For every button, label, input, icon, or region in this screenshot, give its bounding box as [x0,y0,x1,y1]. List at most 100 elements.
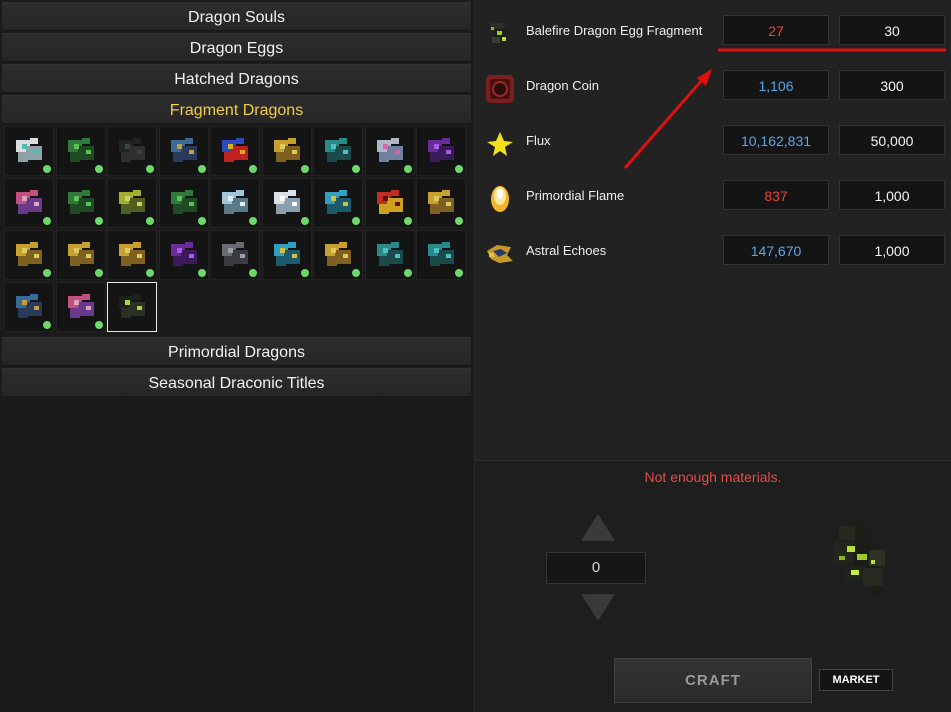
fragment-dragon-slot[interactable] [313,230,363,280]
fragment-dragon-slot[interactable] [210,126,260,176]
material-name: Flux [526,133,551,148]
fragment-dragon-slot[interactable] [261,230,312,280]
material-have-count: 27 [723,15,829,45]
dragon-pink-icon [16,190,42,214]
quantity-decrease-button[interactable] [581,594,615,621]
fragment-dragon-slot[interactable] [261,126,312,176]
category-dragon-eggs[interactable]: Dragon Eggs [2,33,471,62]
owned-indicator [403,269,412,277]
owned-indicator [197,217,206,225]
dragon-steel-icon [222,242,248,266]
fragment-dragon-slot[interactable] [4,178,54,228]
fragment-dragon-slot[interactable] [416,230,466,280]
dragon-blue-icon [170,138,197,162]
owned-indicator [300,165,309,173]
material-need-count: 1,000 [839,180,945,210]
warning-message: Not enough materials. [644,469,782,485]
owned-indicator [94,217,103,225]
owned-indicator [249,217,257,225]
fragment-dragon-slot[interactable] [55,178,106,228]
dragon-frost-icon [273,190,300,214]
material-row: Balefire Dragon Egg Fragment 27 30 [475,15,951,55]
fragment-dragon-slot[interactable] [416,178,466,228]
owned-indicator [403,165,412,173]
fragment-dragon-slot[interactable] [4,126,54,176]
crafting-panel: Balefire Dragon Egg Fragment 27 30 Drago… [475,0,951,712]
owned-indicator [146,217,154,225]
fragment-dragon-slot[interactable] [416,126,466,176]
material-name: Primordial Flame [526,188,625,203]
fragment-dragon-slot[interactable] [158,126,209,176]
material-row: Astral Echoes 147,670 1,000 [475,235,951,275]
balefire-fragment-icon [490,23,508,43]
category-panel: Dragon Souls Dragon Eggs Hatched Dragons… [0,0,475,712]
owned-indicator [43,217,51,225]
dragon-dark-icon [119,138,145,162]
quantity-field[interactable]: 0 [546,552,646,584]
owned-indicator [249,165,257,173]
owned-indicator [43,321,51,329]
owned-indicator [197,269,206,277]
fragment-dragon-slot[interactable] [107,230,157,280]
dragon-gold-icon [119,242,145,266]
owned-indicator [403,217,412,225]
fragment-dragon-slot[interactable] [364,230,415,280]
dragon-coin-icon [486,75,514,103]
category-seasonal-draconic-titles[interactable]: Seasonal Draconic Titles [2,368,471,397]
dragon-multicolor-icon [222,138,248,162]
dragon-teal-icon [376,242,403,266]
dragon-teal-icon [428,242,454,266]
fragment-dragon-slot[interactable] [55,230,106,280]
craft-button[interactable]: CRAFT [614,658,812,703]
owned-indicator [300,269,309,277]
material-name: Dragon Coin [526,78,599,93]
owned-indicator [352,269,360,277]
dragon-gold-icon [67,242,94,266]
dragon-fire-icon [376,190,403,214]
category-dragon-souls[interactable]: Dragon Souls [2,2,471,31]
fragment-dragon-slot[interactable] [107,178,157,228]
fragment-dragon-slot[interactable] [210,230,260,280]
fragment-dragon-slot[interactable] [210,178,260,228]
owned-indicator [94,321,103,329]
dragon-green-icon [67,190,94,214]
fragment-dragon-slot[interactable] [313,126,363,176]
dragon-gold-icon [16,242,42,266]
owned-indicator [352,217,360,225]
owned-indicator [146,269,154,277]
fragment-dragon-slot[interactable] [313,178,363,228]
dragon-purple-icon [428,138,454,162]
owned-indicator [43,269,51,277]
dragon-yellowgreen-icon [119,190,145,214]
fragment-dragon-slot[interactable] [107,126,157,176]
fragment-dragon-slot[interactable] [55,282,106,332]
material-need-count: 30 [839,15,945,45]
fragment-dragon-slot[interactable] [364,126,415,176]
category-primordial-dragons[interactable]: Primordial Dragons [2,337,471,366]
fragment-dragon-slot[interactable] [158,178,209,228]
fragment-dragon-slot[interactable] [107,282,157,332]
owned-indicator [43,165,51,173]
category-hatched-dragons[interactable]: Hatched Dragons [2,64,471,93]
fragment-dragon-slot[interactable] [364,178,415,228]
material-have-count: 10,162,831 [723,125,829,155]
material-row: Flux 10,162,831 50,000 [475,125,951,165]
material-name: Balefire Dragon Egg Fragment [526,23,703,38]
owned-indicator [300,217,309,225]
fragment-dragon-slot[interactable] [4,230,54,280]
dragon-green-icon [67,138,94,162]
market-button[interactable]: MARKET [819,669,893,691]
fragment-dragon-slot[interactable] [4,282,54,332]
material-name: Astral Echoes [526,243,607,258]
materials-list: Balefire Dragon Egg Fragment 27 30 Drago… [475,0,951,461]
dragon-gold-icon [325,242,351,266]
fragment-dragon-slot[interactable] [158,230,209,280]
dragon-gold-icon [428,190,454,214]
dragon-balefire-icon [119,294,145,318]
astral-echoes-icon [487,245,513,263]
owned-indicator [455,217,463,225]
category-fragment-dragons[interactable]: Fragment Dragons [2,95,471,124]
fragment-dragon-slot[interactable] [261,178,312,228]
quantity-increase-button[interactable] [581,514,615,541]
fragment-dragon-slot[interactable] [55,126,106,176]
